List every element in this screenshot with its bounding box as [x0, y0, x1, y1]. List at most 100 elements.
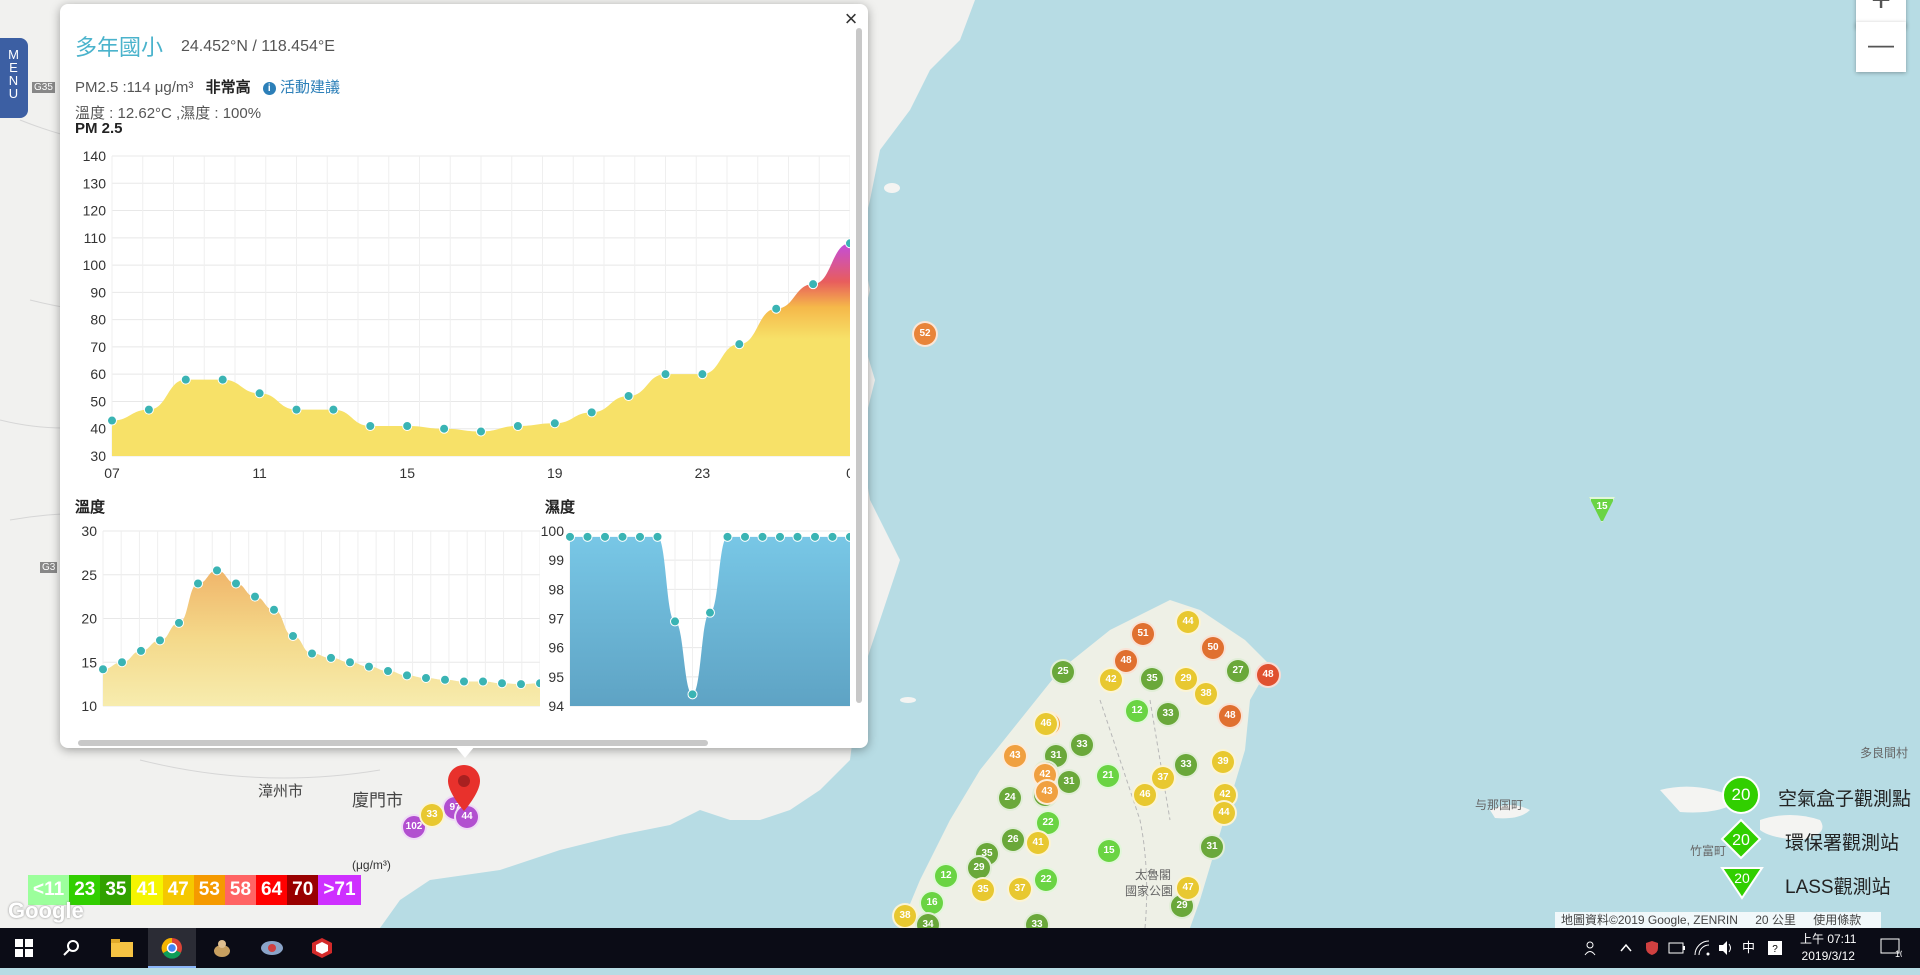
station-marker[interactable]: 46: [1033, 711, 1059, 737]
app-icon-3[interactable]: [298, 928, 346, 968]
pm25-chart-title: PM 2.5: [75, 120, 123, 137]
data-point: [193, 578, 203, 589]
popup-horizontal-scrollbar[interactable]: [78, 740, 708, 746]
station-marker[interactable]: 24: [997, 785, 1023, 811]
temperature-chart-title: 溫度: [75, 499, 106, 516]
station-marker[interactable]: 42: [1098, 667, 1124, 693]
popup-vertical-scrollbar[interactable]: [856, 28, 862, 703]
app-icon-2[interactable]: [248, 928, 296, 968]
station-marker[interactable]: 31: [1199, 834, 1225, 860]
ime-indicator[interactable]: 中: [1742, 928, 1755, 968]
station-marker[interactable]: 44: [1175, 609, 1201, 635]
ime-mode-icon[interactable]: ?: [1768, 928, 1782, 968]
y-tick-label: 60: [90, 366, 106, 382]
station-marker[interactable]: 51: [1130, 621, 1156, 647]
station-marker[interactable]: 48: [1217, 703, 1243, 729]
data-point: [845, 238, 850, 249]
volume-icon[interactable]: [1718, 928, 1734, 968]
map-scale[interactable]: 20 公里: [1755, 913, 1796, 927]
station-marker[interactable]: 50: [1200, 635, 1226, 661]
station-marker[interactable]: 46: [1132, 782, 1158, 808]
data-point: [652, 531, 663, 542]
chrome-icon[interactable]: [148, 928, 196, 968]
activity-advice-link[interactable]: i 活動建議: [262, 79, 340, 96]
station-marker[interactable]: 37: [1007, 876, 1033, 902]
zoom-out-button[interactable]: —: [1856, 22, 1906, 72]
station-marker[interactable]: 43: [1034, 779, 1060, 805]
data-point: [478, 676, 488, 687]
airbox-legend-icon: 20: [1722, 776, 1760, 814]
data-point: [345, 657, 355, 668]
battery-icon[interactable]: [1668, 928, 1686, 968]
file-explorer-icon[interactable]: [98, 928, 146, 968]
station-marker[interactable]: 44: [1211, 800, 1237, 826]
data-point: [459, 676, 469, 687]
legend-unit: (μg/m³): [352, 858, 391, 872]
system-clock[interactable]: 上午 07:11 2019/3/12: [1800, 931, 1856, 965]
station-marker[interactable]: 25: [1050, 659, 1076, 685]
data-point: [107, 415, 117, 426]
activity-advice-label: 活動建議: [279, 79, 340, 96]
start-icon[interactable]: [0, 928, 48, 968]
lass-legend-icon: 20: [1720, 867, 1764, 900]
search-icon[interactable]: [48, 928, 96, 968]
station-marker[interactable]: 35: [970, 877, 996, 903]
pm25-chart: 30 40 50 60 70 80 90 100 110 120 130 140 07 11 15 19 23 0: [83, 148, 850, 481]
security-icon[interactable]: [1644, 928, 1660, 968]
data-point: [143, 404, 154, 415]
notification-center-icon[interactable]: 10: [1880, 928, 1905, 968]
y-tick-label: 140: [83, 148, 107, 164]
data-point: [364, 661, 374, 672]
data-point: [827, 531, 838, 542]
data-point: [845, 531, 850, 542]
station-marker[interactable]: 33: [1173, 752, 1199, 778]
epa-legend-value: 20: [1732, 832, 1750, 849]
menu-button[interactable]: M E N U: [0, 38, 28, 118]
humidity-chart: 94 95 96 97 98 99 100: [541, 523, 850, 711]
station-marker[interactable]: 39: [1210, 749, 1236, 775]
station-marker[interactable]: 43: [1002, 743, 1028, 769]
data-point: [497, 678, 507, 689]
station-marker[interactable]: 33: [419, 802, 445, 828]
data-point: [792, 531, 803, 542]
data-point: [687, 689, 698, 700]
station-marker[interactable]: 33: [1069, 732, 1095, 758]
station-marker[interactable]: 47: [1175, 875, 1201, 901]
y-tick-label: 80: [90, 312, 106, 328]
map-attribution: 地圖資料©2019 Google, ZENRIN 20 公里 使用條款: [1555, 912, 1882, 928]
station-marker[interactable]: 38: [1193, 681, 1219, 707]
airbox-legend-label: 空氣盒子觀測點: [1778, 789, 1912, 810]
data-point: [810, 531, 820, 542]
station-marker[interactable]: 27: [1225, 658, 1251, 684]
menu-letter: U: [8, 86, 20, 101]
data-point: [291, 404, 302, 415]
data-point: [365, 421, 376, 431]
y-tick-label: 110: [84, 230, 107, 246]
people-icon[interactable]: [1584, 928, 1600, 968]
data-point: [269, 604, 279, 615]
location-pin-icon[interactable]: [448, 765, 480, 811]
tray-expand-icon[interactable]: [1620, 928, 1632, 968]
station-marker[interactable]: 21: [1095, 763, 1121, 789]
app-icon-1[interactable]: [198, 928, 246, 968]
station-marker[interactable]: 22: [1033, 867, 1059, 893]
data-point: [117, 657, 127, 668]
data-point: [136, 645, 146, 656]
place-label-xiamen: 廈門市: [352, 791, 403, 810]
google-logo[interactable]: Google: [8, 898, 84, 924]
network-icon[interactable]: [1694, 928, 1710, 968]
data-point: [549, 418, 560, 429]
terms-link[interactable]: 使用條款: [1813, 913, 1861, 927]
station-marker[interactable]: 33: [1155, 701, 1181, 727]
station-marker[interactable]: 52: [912, 321, 938, 347]
station-marker[interactable]: 26: [1000, 827, 1026, 853]
station-marker[interactable]: 48: [1255, 662, 1281, 688]
station-marker[interactable]: 12: [933, 863, 959, 889]
data-point: [635, 531, 645, 542]
info-icon: i: [262, 82, 276, 95]
station-marker[interactable]: 12: [1124, 698, 1150, 724]
y-tick-label: 10: [81, 698, 97, 711]
station-marker[interactable]: 15: [1096, 838, 1122, 864]
station-marker[interactable]: 41: [1025, 830, 1051, 856]
station-marker[interactable]: 35: [1139, 666, 1165, 692]
